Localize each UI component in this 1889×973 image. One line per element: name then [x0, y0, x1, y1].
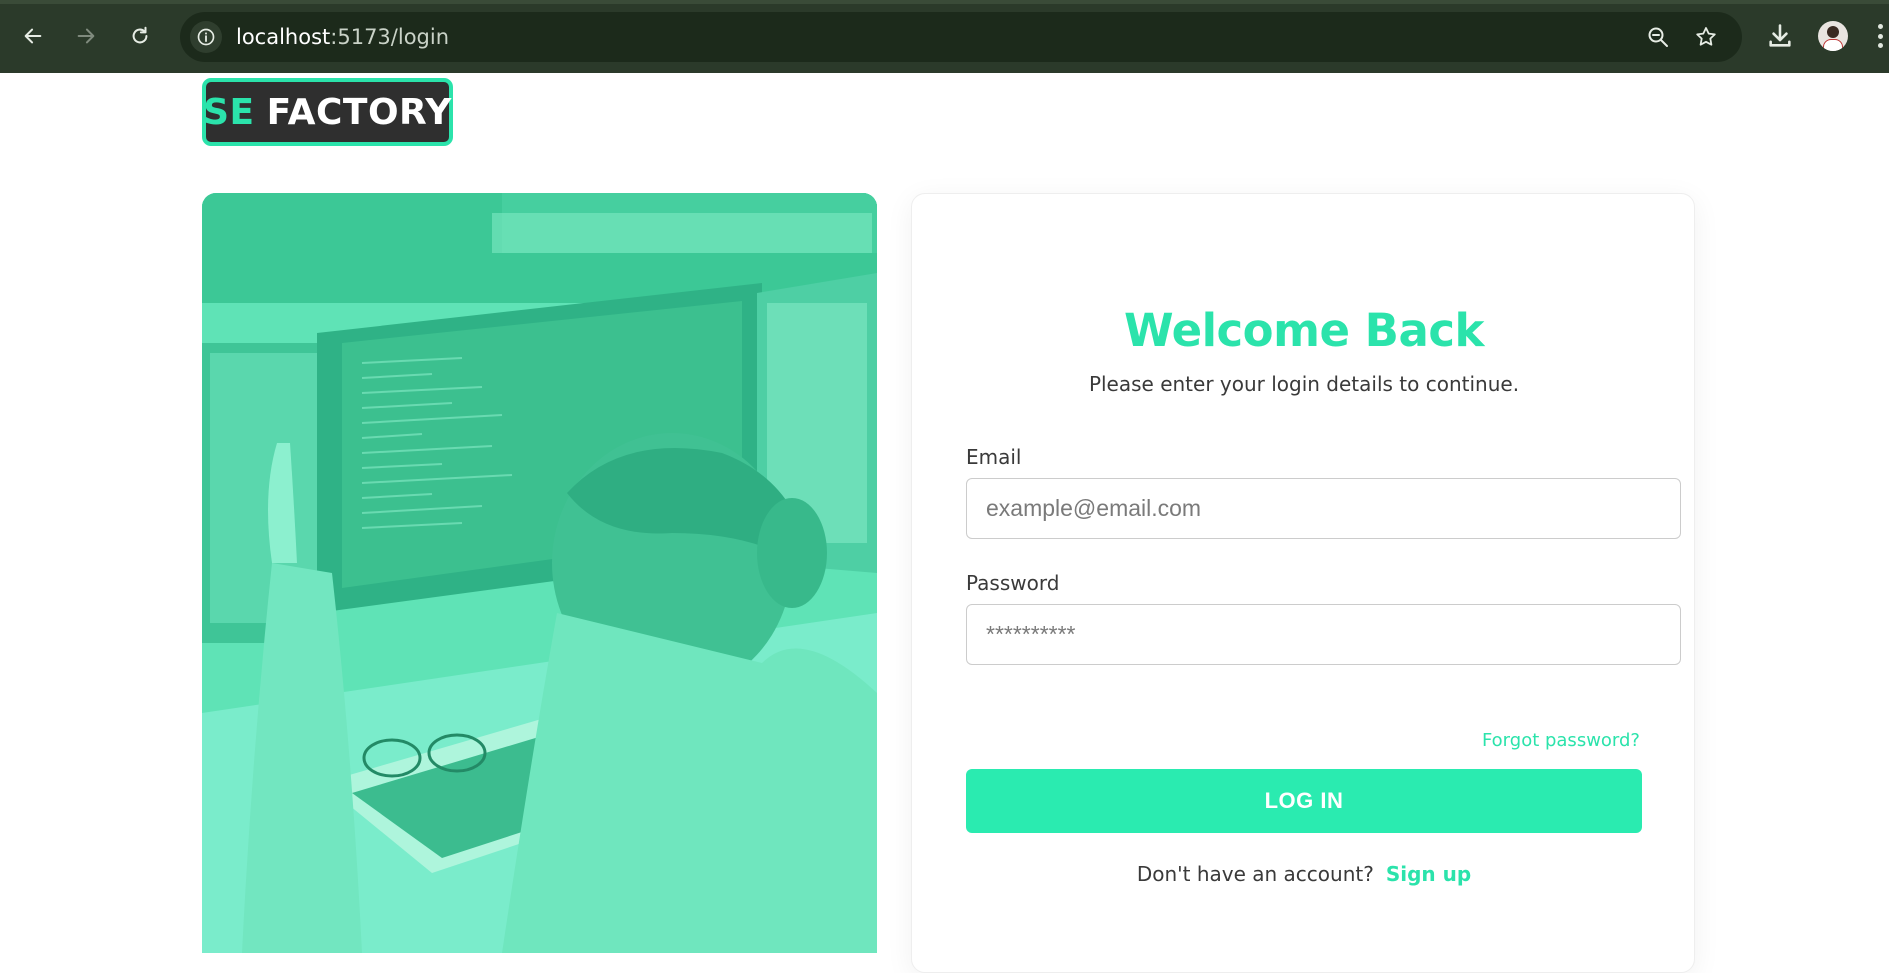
forgot-password-link[interactable]: Forgot password?: [1482, 730, 1640, 751]
url-text[interactable]: localhost:5173/login: [236, 25, 449, 49]
email-label: Email: [966, 445, 1022, 469]
signup-prompt: Don't have an account?: [1136, 862, 1374, 886]
url-host: localhost: [236, 25, 331, 49]
signup-link[interactable]: Sign up: [1386, 862, 1471, 886]
url-path: :5173/login: [330, 25, 450, 49]
login-button[interactable]: LOG IN: [966, 769, 1642, 833]
forward-icon[interactable]: [70, 20, 102, 52]
browser-toolbar: localhost:5173/login: [0, 0, 1889, 73]
zoom-icon[interactable]: [1646, 25, 1670, 49]
avatar-head: [1827, 26, 1839, 38]
email-field[interactable]: [966, 478, 1681, 539]
reload-icon[interactable]: [124, 20, 156, 52]
site-info-icon[interactable]: [190, 21, 222, 53]
logo-se: SE: [203, 91, 255, 133]
address-bar[interactable]: localhost:5173/login: [180, 12, 1742, 62]
avatar-body: [1823, 39, 1843, 51]
page-title: Welcome Back: [1124, 304, 1484, 357]
page-subtitle: Please enter your login details to conti…: [1088, 372, 1520, 396]
login-card: Welcome Back Please enter your login det…: [911, 193, 1695, 973]
hero-image: [202, 193, 877, 953]
menu-icon[interactable]: [1878, 24, 1884, 48]
password-field[interactable]: [966, 604, 1681, 665]
signup-row: Don't have an account? Sign up: [966, 862, 1642, 886]
password-label: Password: [966, 571, 1060, 595]
login-page: SE FACTORY Welcome Back Please enter you…: [0, 73, 1889, 973]
logo-factory: FACTORY: [266, 91, 452, 133]
download-icon[interactable]: [1766, 22, 1794, 50]
tab-strip-edge: [0, 0, 1889, 4]
profile-avatar[interactable]: [1818, 21, 1848, 51]
bookmark-star-icon[interactable]: [1694, 25, 1718, 49]
back-icon[interactable]: [17, 20, 49, 52]
hero-illustration: [202, 193, 877, 953]
se-factory-logo[interactable]: SE FACTORY: [202, 78, 453, 146]
